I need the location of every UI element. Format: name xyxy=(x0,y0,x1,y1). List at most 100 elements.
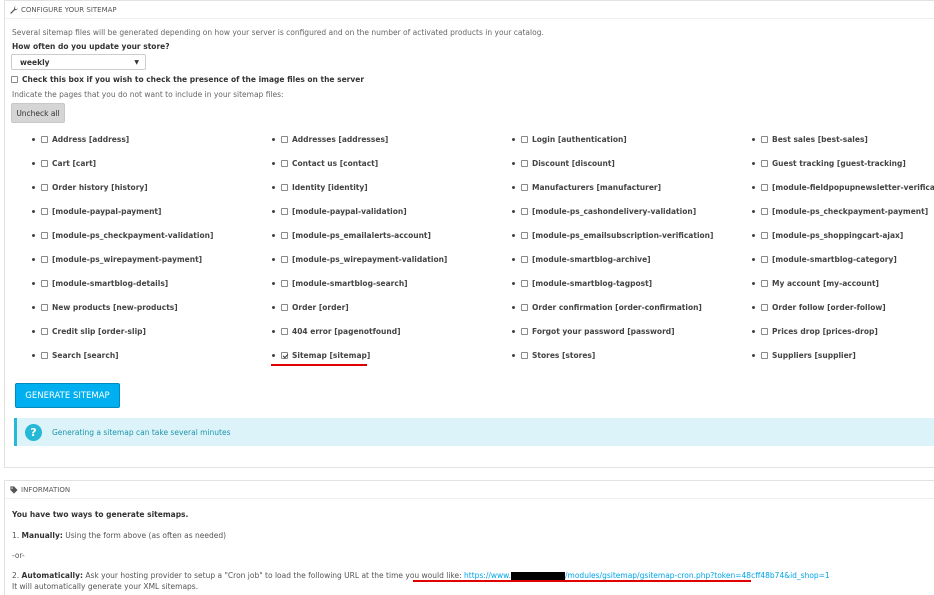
page-option[interactable]: Contact us [contact] xyxy=(272,159,378,168)
page-option[interactable]: Order follow [order-follow] xyxy=(752,303,886,312)
page-checkbox[interactable] xyxy=(521,304,528,311)
page-option[interactable]: Order confirmation [order-confirmation] xyxy=(512,303,702,312)
page-option[interactable]: Order history [history] xyxy=(32,183,148,192)
page-option[interactable]: Prices drop [prices-drop] xyxy=(752,327,878,336)
page-checkbox[interactable] xyxy=(521,328,528,335)
page-option-label: [module-smartblog-archive] xyxy=(532,255,651,264)
page-option[interactable]: Best sales [best-sales] xyxy=(752,135,868,144)
page-option-label: Prices drop [prices-drop] xyxy=(772,327,878,336)
page-option-label: [module-ps_emailalerts-account] xyxy=(292,231,431,240)
page-checkbox[interactable] xyxy=(41,352,48,359)
image-check-option[interactable]: Check this box if you wish to check the … xyxy=(11,75,364,84)
page-checkbox[interactable] xyxy=(761,328,768,335)
page-option[interactable]: [module-ps_checkpayment-payment] xyxy=(752,207,928,216)
bullet-icon xyxy=(752,330,755,333)
page-checkbox[interactable] xyxy=(521,208,528,215)
page-checkbox[interactable] xyxy=(281,160,288,167)
page-option[interactable]: [module-paypal-payment] xyxy=(32,207,161,216)
bullet-icon xyxy=(752,186,755,189)
page-checkbox[interactable] xyxy=(41,160,48,167)
page-option[interactable]: Forgot your password [password] xyxy=(512,327,675,336)
page-checkbox[interactable] xyxy=(521,184,528,191)
page-checkbox[interactable] xyxy=(521,352,528,359)
page-option[interactable]: [module-smartblog-archive] xyxy=(512,255,651,264)
page-checkbox[interactable] xyxy=(761,304,768,311)
page-option[interactable]: [module-paypal-validation] xyxy=(272,207,407,216)
page-option[interactable]: [module-smartblog-details] xyxy=(32,279,168,288)
page-option[interactable]: Guest tracking [guest-tracking] xyxy=(752,159,906,168)
page-checkbox[interactable] xyxy=(41,232,48,239)
page-checkbox[interactable] xyxy=(281,208,288,215)
page-option[interactable]: Login [authentication] xyxy=(512,135,627,144)
page-checkbox[interactable] xyxy=(521,232,528,239)
bullet-icon xyxy=(272,210,275,213)
page-checkbox[interactable] xyxy=(761,280,768,287)
page-checkbox[interactable] xyxy=(761,184,768,191)
page-checkbox[interactable] xyxy=(41,184,48,191)
bullet-icon xyxy=(272,234,275,237)
frequency-select[interactable]: weekly ▼ xyxy=(11,54,146,70)
page-checkbox[interactable] xyxy=(281,136,288,143)
bullet-icon xyxy=(752,234,755,237)
page-option[interactable]: [module-ps_checkpayment-validation] xyxy=(32,231,213,240)
page-checkbox[interactable] xyxy=(521,280,528,287)
page-option[interactable]: [module-fieldpopupnewsletter-verificatio… xyxy=(752,183,934,192)
page-option[interactable]: Address [address] xyxy=(32,135,129,144)
page-checkbox[interactable] xyxy=(41,280,48,287)
page-checkbox[interactable] xyxy=(761,160,768,167)
page-option[interactable]: [module-smartblog-tagpost] xyxy=(512,279,652,288)
uncheck-all-button[interactable]: Uncheck all xyxy=(11,103,65,123)
page-checkbox[interactable] xyxy=(41,136,48,143)
page-option[interactable]: Suppliers [supplier] xyxy=(752,351,856,360)
page-option[interactable]: Stores [stores] xyxy=(512,351,595,360)
wrench-icon xyxy=(10,5,18,14)
page-checkbox[interactable] xyxy=(761,136,768,143)
page-option[interactable]: Identity [identity] xyxy=(272,183,368,192)
page-option[interactable]: Cart [cart] xyxy=(32,159,96,168)
cron-url-link[interactable]: https://www./modules/gsitemap/gsitemap-c… xyxy=(464,571,830,581)
page-option[interactable]: 404 error [pagenotfound] xyxy=(272,327,401,336)
page-option[interactable]: Sitemap [sitemap] xyxy=(272,351,370,360)
page-checkbox[interactable] xyxy=(281,328,288,335)
page-option[interactable]: [module-ps_emailsubscription-verificatio… xyxy=(512,231,713,240)
page-checkbox[interactable] xyxy=(281,352,288,359)
page-checkbox[interactable] xyxy=(521,160,528,167)
page-option[interactable]: [module-ps_cashondelivery-validation] xyxy=(512,207,696,216)
page-checkbox[interactable] xyxy=(281,304,288,311)
page-option[interactable]: Manufacturers [manufacturer] xyxy=(512,183,661,192)
page-option[interactable]: Addresses [addresses] xyxy=(272,135,388,144)
page-checkbox[interactable] xyxy=(41,328,48,335)
page-option[interactable]: Discount [discount] xyxy=(512,159,615,168)
page-checkbox[interactable] xyxy=(521,256,528,263)
page-option[interactable]: Credit slip [order-slip] xyxy=(32,327,146,336)
page-option[interactable]: [module-ps_emailalerts-account] xyxy=(272,231,431,240)
page-checkbox[interactable] xyxy=(761,208,768,215)
page-option[interactable]: New products [new-products] xyxy=(32,303,178,312)
page-checkbox[interactable] xyxy=(41,256,48,263)
page-checkbox[interactable] xyxy=(41,304,48,311)
page-checkbox[interactable] xyxy=(761,352,768,359)
page-checkbox[interactable] xyxy=(761,232,768,239)
intro-text: Several sitemap files will be generated … xyxy=(12,28,544,37)
generate-sitemap-button[interactable]: Generate sitemap xyxy=(15,383,120,408)
page-option[interactable]: [module-ps_shoppingcart-ajax] xyxy=(752,231,903,240)
page-option[interactable]: [module-ps_wirepayment-validation] xyxy=(272,255,447,264)
page-option[interactable]: [module-ps_wirepayment-payment] xyxy=(32,255,202,264)
page-option[interactable]: Order [order] xyxy=(272,303,349,312)
page-checkbox[interactable] xyxy=(281,232,288,239)
image-check-checkbox[interactable] xyxy=(11,76,18,83)
page-checkbox[interactable] xyxy=(521,136,528,143)
page-option[interactable]: Search [search] xyxy=(32,351,119,360)
page-option[interactable]: [module-smartblog-search] xyxy=(272,279,408,288)
page-option[interactable]: My account [my-account] xyxy=(752,279,879,288)
page-checkbox[interactable] xyxy=(281,184,288,191)
page-checkbox[interactable] xyxy=(281,280,288,287)
page-checkbox[interactable] xyxy=(41,208,48,215)
page-option-label: [module-paypal-payment] xyxy=(52,207,162,216)
page-checkbox[interactable] xyxy=(761,256,768,263)
page-option[interactable]: [module-smartblog-category] xyxy=(752,255,897,264)
page-option-label: Contact us [contact] xyxy=(292,159,379,168)
tag-icon xyxy=(10,485,18,494)
page-checkbox[interactable] xyxy=(281,256,288,263)
bullet-icon xyxy=(272,258,275,261)
